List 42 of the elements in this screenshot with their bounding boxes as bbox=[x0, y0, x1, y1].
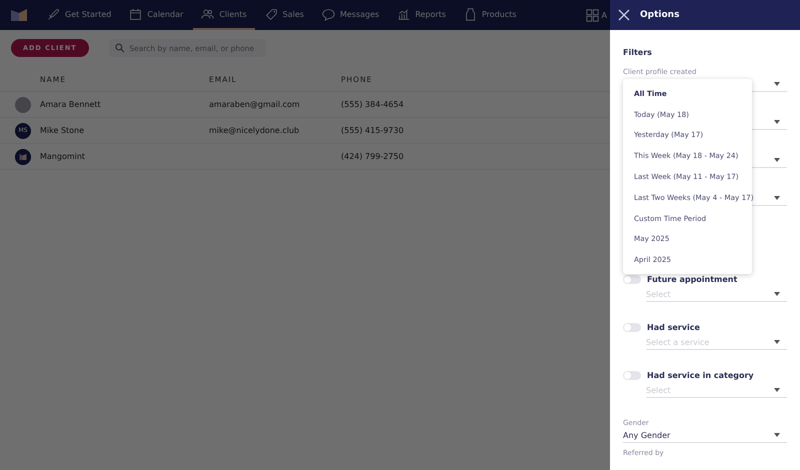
nav-tab[interactable]: Clients bbox=[193, 0, 255, 30]
select-field[interactable]: Any Gender bbox=[623, 428, 787, 443]
nav-tab[interactable]: Reports bbox=[389, 0, 454, 30]
toggle-label: Had service bbox=[647, 323, 700, 332]
client-name: Amara Bennett bbox=[40, 92, 209, 118]
nav-tab[interactable]: Calendar bbox=[121, 0, 192, 30]
nav-tab[interactable]: Products bbox=[456, 0, 524, 30]
caret-icon bbox=[774, 196, 780, 200]
nav-tab[interactable]: Get Started bbox=[39, 0, 120, 30]
logo-icon[interactable] bbox=[11, 9, 27, 21]
search-icon bbox=[114, 43, 124, 53]
calendar-icon bbox=[129, 8, 142, 20]
caret-icon bbox=[774, 120, 780, 124]
nav-tab[interactable]: Messages bbox=[314, 0, 388, 30]
toggle-switch[interactable] bbox=[623, 275, 641, 284]
caret-icon bbox=[774, 340, 780, 344]
panel-title: Options bbox=[640, 10, 680, 20]
section-heading: Filters bbox=[623, 48, 653, 57]
logo-avatar-icon bbox=[15, 148, 31, 164]
nav-label[interactable]: A bbox=[602, 10, 607, 20]
caret-icon bbox=[774, 292, 780, 296]
people-icon bbox=[201, 8, 214, 20]
grid-icon[interactable] bbox=[586, 8, 599, 22]
toggle-switch[interactable] bbox=[623, 371, 641, 380]
chart-icon bbox=[397, 8, 410, 20]
toggle-switch[interactable] bbox=[623, 323, 641, 332]
client-name: Mike Stone bbox=[40, 118, 209, 144]
nav-tab[interactable]: Sales bbox=[256, 0, 312, 30]
bottle-icon bbox=[464, 8, 477, 20]
caret-icon bbox=[774, 82, 780, 86]
caret-icon bbox=[774, 433, 780, 437]
toggle-label: Had service in category bbox=[647, 371, 754, 380]
caret-icon bbox=[774, 158, 780, 162]
client-email: mike@nicelydone.club bbox=[209, 118, 341, 144]
avatar-photo-placeholder bbox=[15, 96, 31, 112]
close-icon[interactable] bbox=[618, 9, 630, 21]
caret-icon bbox=[774, 388, 780, 392]
client-name: Mangomint bbox=[40, 144, 209, 170]
chat-icon bbox=[322, 8, 335, 20]
tag-icon bbox=[264, 8, 278, 20]
toggle-label: Future appointment bbox=[647, 275, 738, 284]
client-email: amaraben@gmail.com bbox=[209, 92, 341, 118]
